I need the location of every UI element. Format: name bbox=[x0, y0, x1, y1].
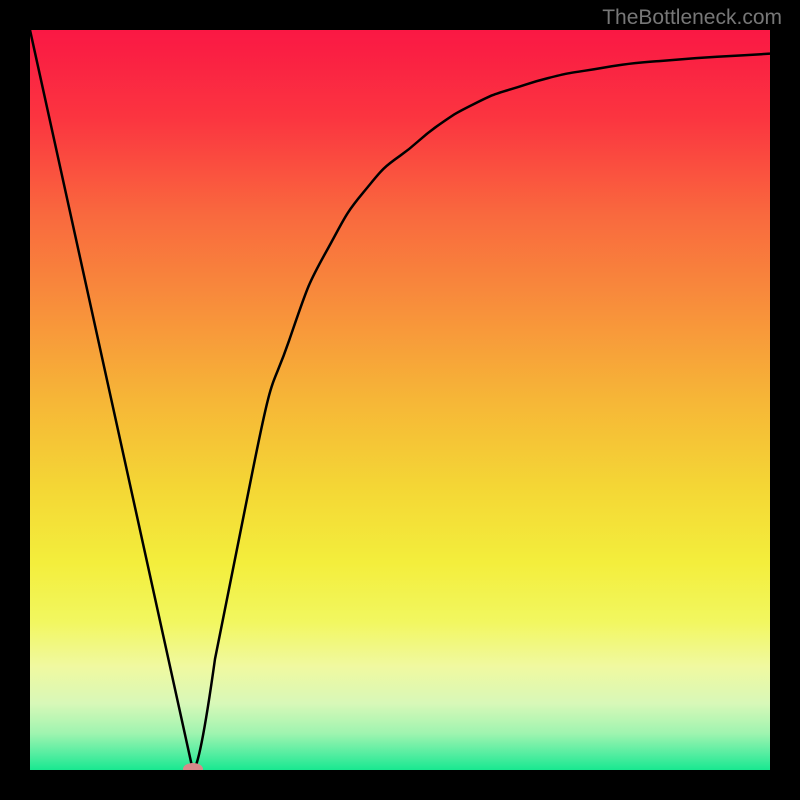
chart-area bbox=[30, 30, 770, 770]
watermark-text: TheBottleneck.com bbox=[602, 6, 782, 30]
bottleneck-curve bbox=[30, 30, 770, 770]
optimal-point-marker bbox=[183, 763, 203, 770]
